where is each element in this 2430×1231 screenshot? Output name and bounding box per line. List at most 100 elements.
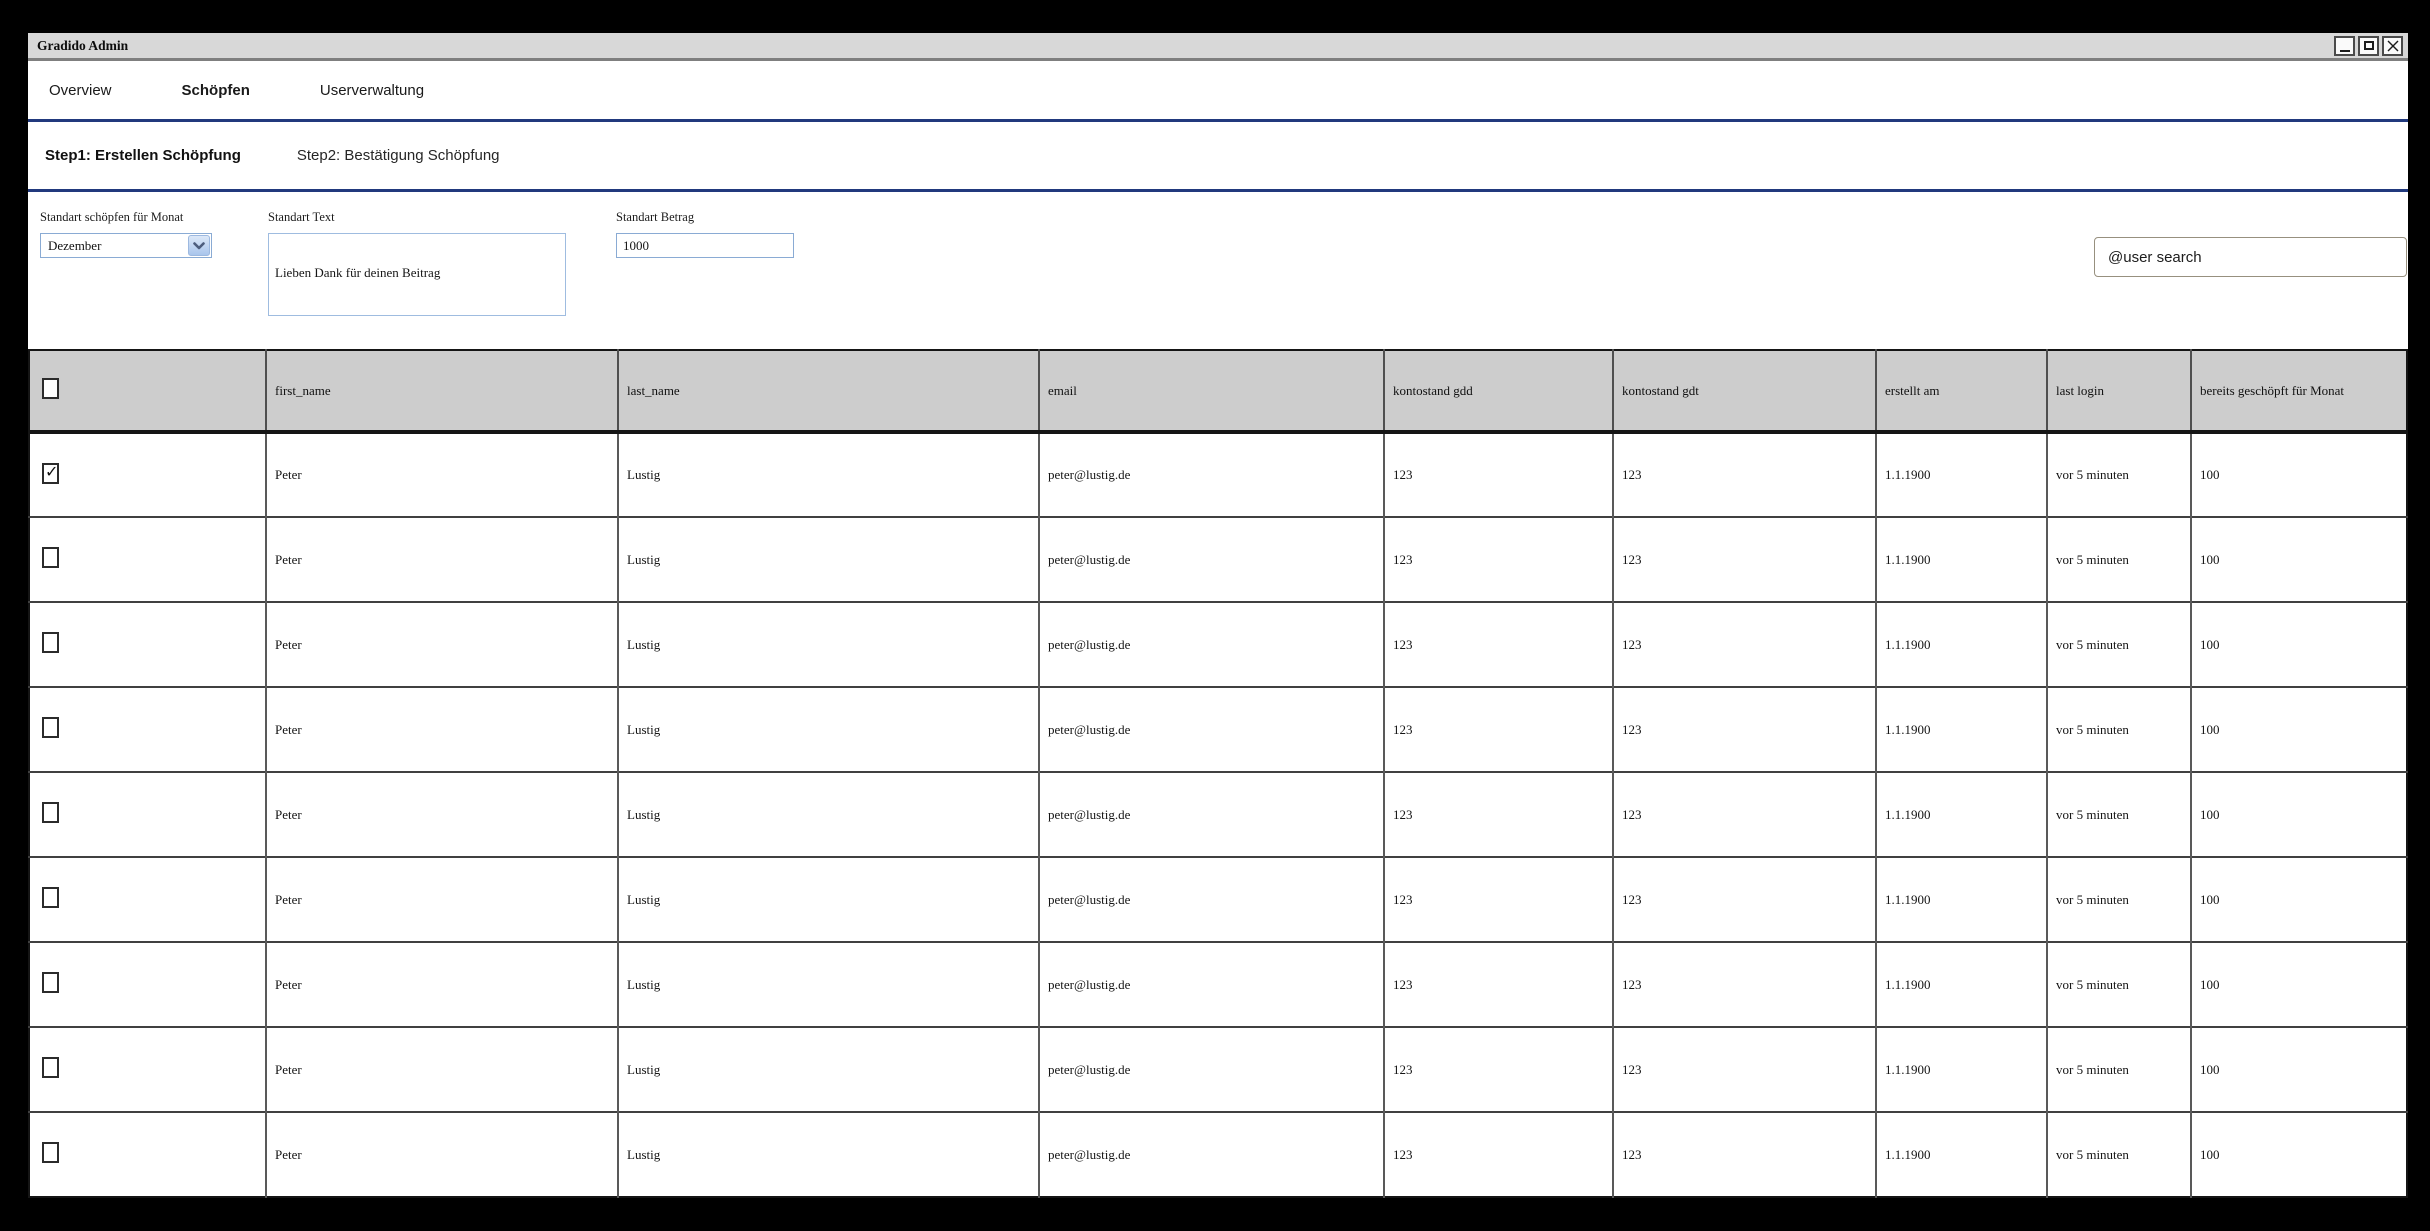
- tab-step1-erstellen[interactable]: Step1: Erstellen Schöpfung: [45, 147, 241, 164]
- row-select-cell: [29, 432, 266, 517]
- cell-erstellt-am: 1.1.1900: [1876, 602, 2047, 687]
- header-email: email: [1039, 350, 1384, 432]
- tab-overview[interactable]: Overview: [49, 82, 112, 99]
- cell-last-login: vor 5 minuten: [2047, 857, 2191, 942]
- cell-first-name: Peter: [266, 517, 618, 602]
- user-search-input[interactable]: [2094, 237, 2407, 277]
- row-checkbox[interactable]: [42, 802, 59, 823]
- cell-kontostand-gdd: 123: [1384, 1027, 1613, 1112]
- row-checkbox[interactable]: [42, 632, 59, 653]
- row-checkbox[interactable]: [42, 972, 59, 993]
- cell-kontostand-gdd: 123: [1384, 602, 1613, 687]
- cell-last-name: Lustig: [618, 1027, 1039, 1112]
- cell-last-name: Lustig: [618, 602, 1039, 687]
- cell-last-name: Lustig: [618, 432, 1039, 517]
- tab-schoepfen[interactable]: Schöpfen: [182, 82, 250, 99]
- cell-first-name: Peter: [266, 942, 618, 1027]
- header-last-login: last login: [2047, 350, 2191, 432]
- row-select-cell: [29, 517, 266, 602]
- select-all-checkbox[interactable]: [42, 378, 59, 399]
- table-row: Peter Lustig peter@lustig.de 123 123 1.1…: [29, 1112, 2407, 1197]
- row-select-cell: [29, 1027, 266, 1112]
- standart-betrag-label: Standart Betrag: [616, 210, 794, 225]
- creation-form: Standart schöpfen für Monat Dezember Sta…: [28, 192, 2408, 349]
- table-row: Peter Lustig peter@lustig.de 123 123 1.1…: [29, 1027, 2407, 1112]
- cell-bereits-geschoepft: 100: [2191, 602, 2407, 687]
- cell-kontostand-gdt: 123: [1613, 687, 1876, 772]
- maximize-button[interactable]: [2358, 36, 2379, 56]
- cell-last-login: vor 5 minuten: [2047, 1112, 2191, 1197]
- cell-erstellt-am: 1.1.1900: [1876, 1027, 2047, 1112]
- cell-bereits-geschoepft: 100: [2191, 1027, 2407, 1112]
- header-bereits-geschoepft: bereits geschöpft für Monat: [2191, 350, 2407, 432]
- cell-email: peter@lustig.de: [1039, 1027, 1384, 1112]
- cell-kontostand-gdt: 123: [1613, 772, 1876, 857]
- row-select-cell: [29, 1112, 266, 1197]
- cell-erstellt-am: 1.1.1900: [1876, 517, 2047, 602]
- step-nav: Step1: Erstellen Schöpfung Step2: Bestät…: [28, 122, 2408, 192]
- month-label: Standart schöpfen für Monat: [40, 210, 212, 225]
- row-checkbox[interactable]: [42, 547, 59, 568]
- header-select-cell: [29, 350, 266, 432]
- cell-erstellt-am: 1.1.1900: [1876, 857, 2047, 942]
- text-field-group: Standart Text Lieben Dank für deinen Bei…: [268, 210, 566, 316]
- row-select-cell: [29, 772, 266, 857]
- tab-userverwaltung[interactable]: Userverwaltung: [320, 82, 424, 99]
- cell-kontostand-gdd: 123: [1384, 1112, 1613, 1197]
- table-row: Peter Lustig peter@lustig.de 123 123 1.1…: [29, 687, 2407, 772]
- main-nav: Overview Schöpfen Userverwaltung: [28, 61, 2408, 122]
- window-title: Gradido Admin: [37, 38, 128, 54]
- cell-first-name: Peter: [266, 1112, 618, 1197]
- standart-text-input[interactable]: Lieben Dank für deinen Beitrag: [268, 233, 566, 316]
- app-window: Gradido Admin Overview Schöpfen Userverw…: [28, 33, 2408, 1198]
- window-controls: [2334, 36, 2403, 56]
- cell-first-name: Peter: [266, 687, 618, 772]
- table-row: Peter Lustig peter@lustig.de 123 123 1.1…: [29, 942, 2407, 1027]
- standart-betrag-input[interactable]: [616, 233, 794, 258]
- row-select-cell: [29, 942, 266, 1027]
- cell-email: peter@lustig.de: [1039, 772, 1384, 857]
- table-row: Peter Lustig peter@lustig.de 123 123 1.1…: [29, 857, 2407, 942]
- cell-last-login: vor 5 minuten: [2047, 1027, 2191, 1112]
- month-select-value: Dezember: [48, 238, 101, 254]
- cell-email: peter@lustig.de: [1039, 517, 1384, 602]
- month-select[interactable]: Dezember: [40, 233, 212, 258]
- header-erstellt-am: erstellt am: [1876, 350, 2047, 432]
- user-table: first_name last_name email kontostand gd…: [28, 349, 2408, 1198]
- cell-email: peter@lustig.de: [1039, 857, 1384, 942]
- close-button[interactable]: [2382, 36, 2403, 56]
- cell-erstellt-am: 1.1.1900: [1876, 1112, 2047, 1197]
- row-select-cell: [29, 602, 266, 687]
- cell-bereits-geschoepft: 100: [2191, 687, 2407, 772]
- cell-bereits-geschoepft: 100: [2191, 772, 2407, 857]
- row-checkbox[interactable]: [42, 1142, 59, 1163]
- cell-last-login: vor 5 minuten: [2047, 942, 2191, 1027]
- header-kontostand-gdt: kontostand gdt: [1613, 350, 1876, 432]
- cell-bereits-geschoepft: 100: [2191, 857, 2407, 942]
- cell-kontostand-gdd: 123: [1384, 432, 1613, 517]
- cell-kontostand-gdd: 123: [1384, 942, 1613, 1027]
- cell-email: peter@lustig.de: [1039, 602, 1384, 687]
- row-checkbox[interactable]: [42, 1057, 59, 1078]
- row-checkbox[interactable]: [42, 463, 59, 484]
- minimize-button[interactable]: [2334, 36, 2355, 56]
- tab-step2-bestaetigung[interactable]: Step2: Bestätigung Schöpfung: [297, 147, 500, 164]
- row-checkbox[interactable]: [42, 717, 59, 738]
- cell-first-name: Peter: [266, 602, 618, 687]
- cell-bereits-geschoepft: 100: [2191, 942, 2407, 1027]
- row-checkbox[interactable]: [42, 887, 59, 908]
- cell-kontostand-gdt: 123: [1613, 432, 1876, 517]
- table-header-row: first_name last_name email kontostand gd…: [29, 350, 2407, 432]
- cell-bereits-geschoepft: 100: [2191, 517, 2407, 602]
- table-row: Peter Lustig peter@lustig.de 123 123 1.1…: [29, 432, 2407, 517]
- month-select-arrow[interactable]: [188, 235, 210, 256]
- cell-first-name: Peter: [266, 432, 618, 517]
- cell-kontostand-gdt: 123: [1613, 1027, 1876, 1112]
- cell-erstellt-am: 1.1.1900: [1876, 687, 2047, 772]
- cell-erstellt-am: 1.1.1900: [1876, 432, 2047, 517]
- cell-bereits-geschoepft: 100: [2191, 1112, 2407, 1197]
- row-select-cell: [29, 857, 266, 942]
- month-field-group: Standart schöpfen für Monat Dezember: [40, 210, 212, 258]
- cell-email: peter@lustig.de: [1039, 1112, 1384, 1197]
- cell-first-name: Peter: [266, 1027, 618, 1112]
